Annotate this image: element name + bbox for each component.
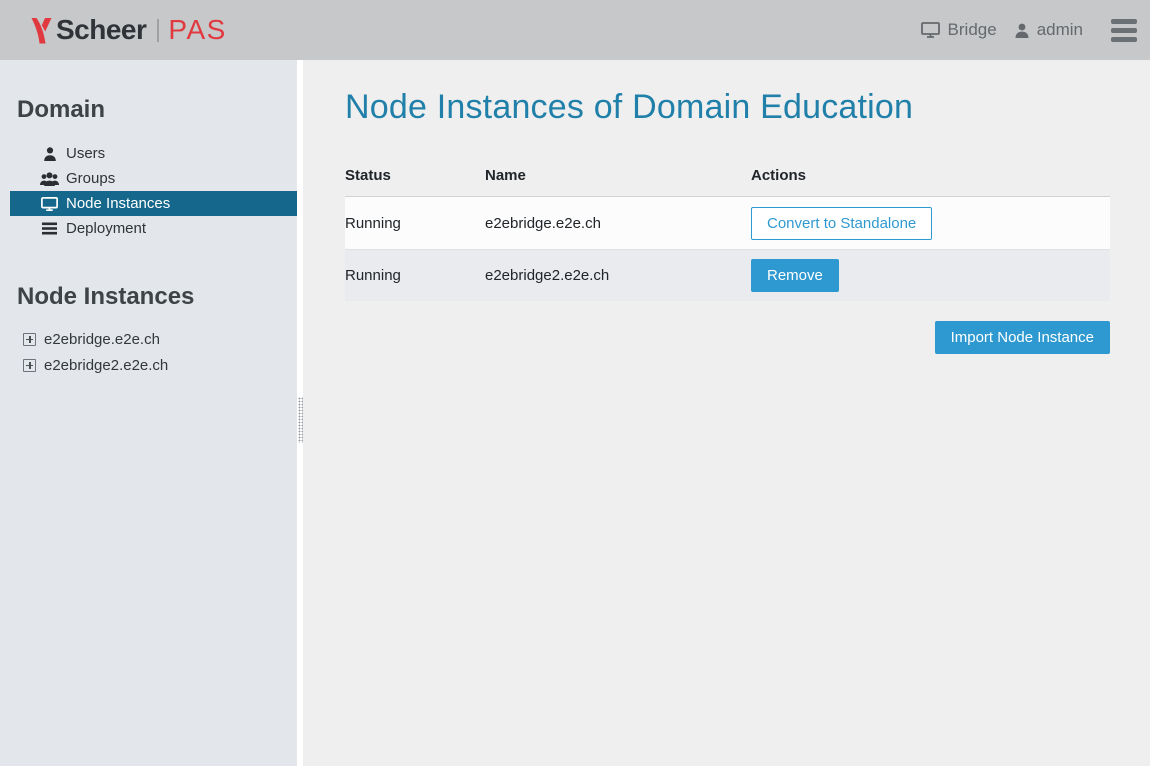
tree-item-e2ebridge2[interactable]: e2ebridge2.e2e.ch xyxy=(0,352,297,378)
bridge-menu-item[interactable]: Bridge xyxy=(921,20,997,40)
bridge-label: Bridge xyxy=(948,20,997,40)
sidebar-item-label: Node Instances xyxy=(66,195,170,212)
scheer-pas-logo: Scheer PAS xyxy=(31,14,227,46)
table-row: Running e2ebridge.e2e.ch Convert to Stan… xyxy=(345,197,1110,249)
sidebar-node-instances-heading: Node Instances xyxy=(0,283,297,311)
table-row: Running e2ebridge2.e2e.ch Remove xyxy=(345,249,1110,301)
deployment-list-icon xyxy=(40,222,59,235)
user-icon xyxy=(40,147,59,161)
user-menu-item[interactable]: admin xyxy=(1015,20,1083,40)
tree-item-label: e2ebridge.e2e.ch xyxy=(44,331,160,348)
sidebar-item-deployment[interactable]: Deployment xyxy=(10,216,297,241)
logo-product-text: PAS xyxy=(168,14,226,46)
status-cell: Running xyxy=(345,267,485,284)
top-header-bar: Scheer PAS Bridge admin xyxy=(0,0,1150,60)
node-instances-tree: e2ebridge.e2e.ch e2ebridge2.e2e.ch xyxy=(0,326,297,378)
page-title: Node Instances of Domain Education xyxy=(345,88,1110,126)
tree-item-e2ebridge[interactable]: e2ebridge.e2e.ch xyxy=(0,326,297,352)
node-instances-table: Status Name Actions Running e2ebridge.e2… xyxy=(345,167,1110,301)
username-label: admin xyxy=(1037,20,1083,40)
remove-button[interactable]: Remove xyxy=(751,259,839,292)
domain-menu: Users Groups N xyxy=(0,141,297,241)
name-cell: e2ebridge.e2e.ch xyxy=(485,215,751,232)
desktop-icon xyxy=(921,22,940,38)
sidebar-domain-heading: Domain xyxy=(0,96,297,124)
users-icon xyxy=(40,172,59,186)
sidebar-item-groups[interactable]: Groups xyxy=(10,166,297,191)
app-window: { "header": { "logo": { "brand": "Scheer… xyxy=(0,0,1150,766)
sidebar-item-label: Groups xyxy=(66,170,115,187)
sidebar-item-label: Users xyxy=(66,145,105,162)
column-header-name: Name xyxy=(485,167,751,184)
header-right-group: Bridge admin xyxy=(921,19,1150,42)
table-header-row: Status Name Actions xyxy=(345,167,1110,197)
sidebar-item-label: Deployment xyxy=(66,220,146,237)
user-icon xyxy=(1015,23,1029,38)
sidebar-item-node-instances[interactable]: Node Instances xyxy=(10,191,297,216)
tree-expand-plus-icon[interactable] xyxy=(23,359,36,372)
column-header-status: Status xyxy=(345,167,485,184)
desktop-icon xyxy=(40,197,59,211)
table-footer-actions: Import Node Instance xyxy=(345,321,1110,354)
sidebar: Domain Users Gro xyxy=(0,60,297,766)
scheer-logo-mark-icon xyxy=(31,17,52,44)
tree-expand-plus-icon[interactable] xyxy=(23,333,36,346)
convert-to-standalone-button[interactable]: Convert to Standalone xyxy=(751,207,932,240)
logo-separator xyxy=(157,19,159,42)
name-cell: e2ebridge2.e2e.ch xyxy=(485,267,751,284)
status-cell: Running xyxy=(345,215,485,232)
main-content: Node Instances of Domain Education Statu… xyxy=(303,60,1150,766)
tree-item-label: e2ebridge2.e2e.ch xyxy=(44,357,168,374)
hamburger-menu-icon[interactable] xyxy=(1111,19,1137,42)
sidebar-item-users[interactable]: Users xyxy=(10,141,297,166)
logo-brand-text: Scheer xyxy=(56,14,146,46)
column-header-actions: Actions xyxy=(751,167,1110,184)
import-node-instance-button[interactable]: Import Node Instance xyxy=(935,321,1110,354)
